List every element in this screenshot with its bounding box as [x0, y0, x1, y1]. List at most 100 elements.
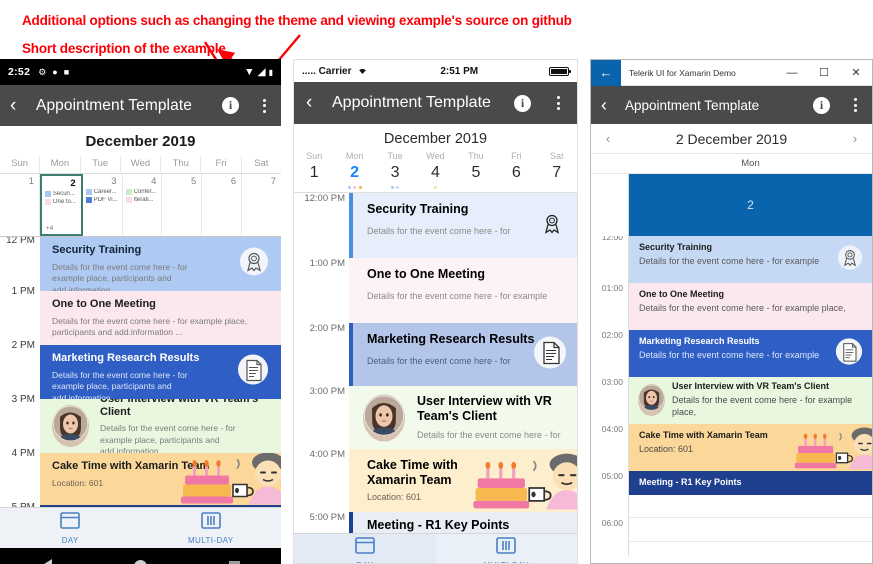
time-label: 3 PM: [11, 394, 35, 405]
event-card-security-training[interactable]: Security Training Details for the event …: [349, 193, 577, 258]
status-right-icons: ▼ ◢ ▮: [244, 66, 273, 78]
recents-square-icon[interactable]: [229, 560, 240, 564]
more-events-label[interactable]: +4: [46, 225, 53, 232]
day-cell[interactable]: 5: [456, 164, 496, 189]
tab-multi-day[interactable]: MULTI-DAY: [141, 508, 282, 548]
page-title: Appointment Template: [332, 94, 491, 111]
time-label: 2 PM: [11, 340, 35, 351]
multiday-view-icon: [200, 511, 221, 534]
event-card-cake-time[interactable]: Cake Time with Xamarin Team Location: 60…: [349, 449, 577, 512]
event-card-meeting-r1[interactable]: [40, 505, 281, 507]
month-cell[interactable]: 7: [242, 174, 281, 236]
back-icon[interactable]: ‹: [601, 95, 625, 116]
event-card-one-to-one-meeting[interactable]: One to One Meeting Details for the event…: [40, 291, 281, 345]
month-cell[interactable]: 3 Career... PDF Vi...: [83, 174, 123, 236]
back-icon[interactable]: ‹: [10, 95, 36, 117]
day-number: 1: [309, 164, 319, 181]
month-cell[interactable]: 4 Confer... Iterati...: [123, 174, 163, 236]
event-title: Meeting - R1 Key Points: [367, 518, 510, 532]
day-cell[interactable]: 6: [496, 164, 536, 189]
day-cell[interactable]: 1: [294, 164, 334, 189]
month-title: December 2019: [383, 131, 488, 147]
time-gutter: 12 PM 1 PM 2 PM 3 PM 4 PM 5 PM: [0, 237, 40, 507]
back-triangle-icon[interactable]: [41, 559, 52, 564]
event-card-one-to-one-meeting[interactable]: One to One Meeting Details for the event…: [349, 258, 577, 323]
dow-sun: Sun: [306, 151, 323, 161]
day-cell[interactable]: 3: [375, 164, 415, 189]
day-view-icon: [60, 511, 81, 534]
annotation-line-1: Additional options such as changing the …: [22, 13, 572, 28]
event-card-marketing-research[interactable]: Marketing Research Results Details for t…: [629, 330, 872, 377]
time-label: 1 PM: [11, 286, 35, 297]
tab-day[interactable]: DAY: [294, 534, 436, 563]
event-card-user-interview[interactable]: User Interview with VR Team's Client Det…: [40, 399, 281, 453]
event-card-meeting-r1[interactable]: Meeting - R1 Key Points: [349, 512, 577, 533]
event-column: Security Training Details for the event …: [349, 193, 577, 533]
event-card-user-interview[interactable]: User Interview with VR Team's Client Det…: [629, 377, 872, 424]
month-cell[interactable]: 5: [162, 174, 203, 236]
gear-icon: ⚙: [38, 66, 47, 77]
battery2-icon: ▮: [268, 67, 273, 77]
tab-multi-day-label: MULTI-DAY: [187, 535, 234, 545]
document-icon: [835, 337, 863, 370]
event-card-one-to-one-meeting[interactable]: One to One Meeting Details for the event…: [629, 283, 872, 330]
cake-man-icon: [175, 453, 281, 505]
status-left-icons: ⚙ ● ■: [38, 67, 69, 78]
minimize-button[interactable]: —: [776, 60, 808, 86]
event-card-security-training[interactable]: Security Training Details for the event …: [40, 237, 281, 291]
android-day-view[interactable]: 12 PM 1 PM 2 PM 3 PM 4 PM 5 PM Security …: [0, 237, 281, 507]
event-card-user-interview[interactable]: User Interview with VR Team's Client Det…: [349, 386, 577, 449]
event-title: Security Training: [639, 242, 713, 252]
status-time: 2:52: [8, 66, 31, 78]
ios-bottom-tabs: DAY MULTI-DAY: [294, 533, 578, 563]
overflow-menu-icon[interactable]: [257, 98, 271, 113]
event-card-security-training[interactable]: Security Training Details for the event …: [629, 236, 872, 283]
empty-slot[interactable]: [629, 542, 872, 556]
day-of-week-header: Sun Mon Tue Wed Thu Fri Sat: [0, 156, 281, 174]
time-label: 05:00: [601, 471, 623, 481]
event-card-cake-time[interactable]: Cake Time with Xamarin Team Location: 60…: [629, 424, 872, 471]
ios-day-view[interactable]: 12:00 PM 1:00 PM 2:00 PM 3:00 PM 4:00 PM…: [294, 193, 577, 533]
event-title: User Interview with VR Team's Client: [100, 399, 259, 418]
medal-icon: [837, 244, 863, 275]
event-description: Details for the event come here - for ex…: [52, 315, 248, 338]
month-chip: Confer...: [125, 189, 159, 195]
event-card-marketing-research[interactable]: Marketing Research Results Details for t…: [349, 323, 577, 386]
document-icon: [237, 354, 269, 391]
day-cell[interactable]: 7: [537, 164, 577, 189]
time-label: 5 PM: [12, 502, 35, 507]
close-button[interactable]: ✕: [840, 60, 872, 86]
tab-multi-day[interactable]: MULTI-DAY: [436, 534, 578, 563]
empty-slot[interactable]: [629, 495, 872, 518]
avatar-woman-icon: [52, 405, 89, 447]
event-card-marketing-research[interactable]: Marketing Research Results Details for t…: [40, 345, 281, 399]
time-label: 01:00: [601, 283, 623, 293]
selected-day-number[interactable]: 2: [629, 174, 872, 236]
day-cell[interactable]: 4: [415, 164, 455, 189]
next-day-button[interactable]: ›: [838, 131, 872, 146]
event-description: Details for the event come here - for: [417, 430, 561, 440]
info-icon[interactable]: i: [222, 97, 239, 114]
tab-day[interactable]: DAY: [0, 508, 141, 548]
empty-slot[interactable]: [629, 518, 872, 542]
info-icon[interactable]: i: [813, 96, 830, 114]
annotation-line-2: Short description of the example: [22, 41, 226, 56]
event-description: Details for the event come here - for ex…: [367, 291, 548, 301]
home-circle-icon[interactable]: [134, 559, 147, 564]
overflow-menu-icon[interactable]: [551, 96, 565, 110]
event-card-cake-time[interactable]: Cake Time with Xamarin Team Location: 60…: [40, 453, 281, 505]
month-cell-selected[interactable]: 2 Securi... One to... +4: [39, 174, 83, 236]
day-cell-selected[interactable]: 2: [334, 164, 374, 189]
event-card-meeting-r1[interactable]: Meeting - R1 Key Points: [629, 471, 872, 495]
event-title: User Interview with VR Team's Client: [672, 381, 830, 392]
info-icon[interactable]: i: [514, 94, 531, 112]
overflow-menu-icon[interactable]: [848, 98, 862, 112]
uwp-day-view[interactable]: 12:00 01:00 02:00 03:00 04:00 05:00 06:0…: [591, 236, 872, 556]
day-number: 5: [191, 176, 197, 187]
month-cell[interactable]: 6: [202, 174, 243, 236]
month-cell[interactable]: 1: [0, 174, 40, 236]
window-back-icon[interactable]: ←: [591, 60, 621, 86]
back-icon[interactable]: ‹: [306, 92, 332, 114]
maximize-button[interactable]: ☐: [808, 60, 840, 86]
prev-day-button[interactable]: ‹: [591, 131, 625, 146]
